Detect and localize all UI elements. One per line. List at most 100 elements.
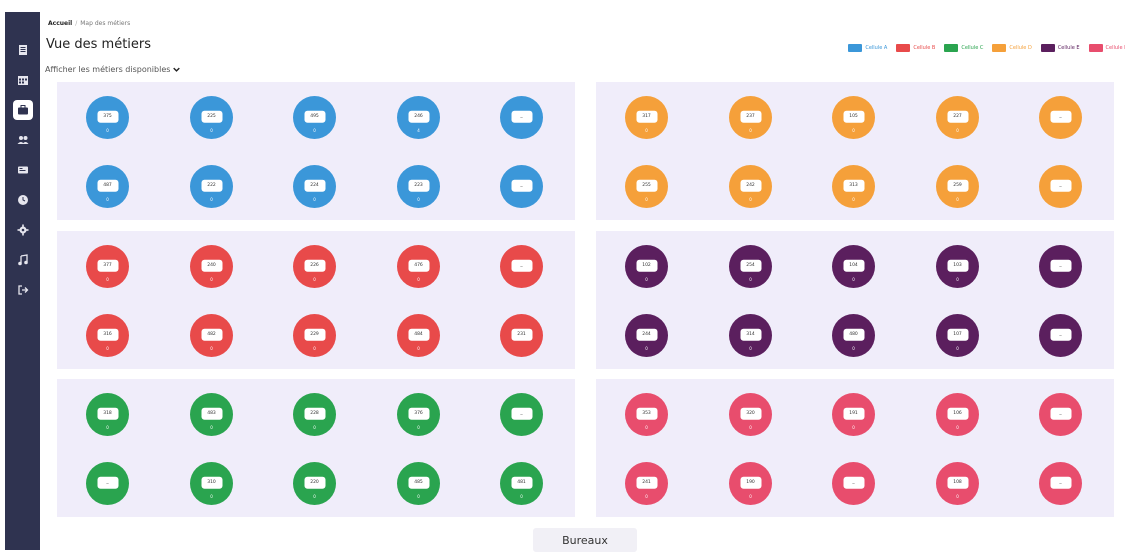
job-count: 0	[645, 494, 648, 499]
job-number-badge: 377	[97, 259, 118, 272]
job-circle[interactable]: 228 0	[293, 393, 336, 436]
job-circle[interactable]: 482 0	[190, 314, 233, 357]
breadcrumb: Accueil / Map des métiers	[48, 20, 130, 27]
job-circle[interactable]: 317 0	[625, 96, 668, 139]
job-circle[interactable]: 240 0	[190, 245, 233, 288]
job-circle[interactable]: 481 0	[500, 462, 543, 505]
sidebar-item-logout[interactable]	[13, 280, 33, 300]
sidebar-item-list[interactable]	[13, 40, 33, 60]
sidebar-item-users[interactable]	[13, 130, 33, 150]
job-circle[interactable]: _	[832, 462, 875, 505]
job-circle[interactable]: _	[500, 165, 543, 208]
job-circle[interactable]: 231	[500, 314, 543, 357]
job-circle[interactable]: 222 0	[190, 165, 233, 208]
job-circle[interactable]: 220 0	[293, 462, 336, 505]
job-circle[interactable]: 241 0	[625, 462, 668, 505]
job-circle[interactable]: 487 0	[86, 165, 129, 208]
job-circle[interactable]: _	[1039, 96, 1082, 139]
job-circle[interactable]: _	[1039, 314, 1082, 357]
sidebar-item-music[interactable]	[13, 250, 33, 270]
job-circle[interactable]: 484 0	[397, 314, 440, 357]
legend-swatch	[944, 44, 959, 52]
bureaux-button[interactable]: Bureaux	[533, 528, 637, 552]
job-circle[interactable]: _	[1039, 462, 1082, 505]
job-circle[interactable]: 102 0	[625, 245, 668, 288]
job-circle[interactable]: 480 0	[832, 314, 875, 357]
job-circle[interactable]: _	[500, 393, 543, 436]
job-circle[interactable]: _	[500, 96, 543, 139]
job-circle[interactable]: 225 0	[190, 96, 233, 139]
breadcrumb-home[interactable]: Accueil	[48, 20, 72, 27]
job-circle[interactable]: _	[1039, 245, 1082, 288]
job-number-badge: 190	[740, 476, 761, 489]
legend-item[interactable]: Cellule E	[1040, 44, 1080, 52]
job-circle[interactable]: 314 0	[729, 314, 772, 357]
job-number-badge: _	[1050, 259, 1071, 272]
job-circle[interactable]: _	[86, 462, 129, 505]
app-frame: Accueil / Map des métiers Vue des métiers …	[0, 0, 1125, 552]
legend-item[interactable]: Cellule F	[1088, 44, 1125, 52]
job-circle[interactable]: 375 0	[86, 96, 129, 139]
job-circle[interactable]: 223 0	[397, 165, 440, 208]
job-circle[interactable]: 229 0	[293, 314, 336, 357]
legend-item[interactable]: Cellule B	[896, 44, 935, 52]
job-circle[interactable]: 376 0	[397, 393, 440, 436]
job-circle[interactable]: 476 0	[397, 245, 440, 288]
legend-item[interactable]: Cellule D	[992, 44, 1032, 52]
job-circle[interactable]: 107 0	[936, 314, 979, 357]
job-circle[interactable]: 106 0	[936, 393, 979, 436]
job-number-badge: 485	[408, 476, 429, 489]
job-circle[interactable]: 353 0	[625, 393, 668, 436]
job-circle[interactable]: 104 0	[832, 245, 875, 288]
job-count: 0	[852, 346, 855, 351]
job-circle[interactable]: 259 0	[936, 165, 979, 208]
job-circle[interactable]: 320 0	[729, 393, 772, 436]
job-circle[interactable]: 191 0	[832, 393, 875, 436]
job-circle[interactable]: _	[1039, 165, 1082, 208]
job-circle[interactable]: _	[1039, 393, 1082, 436]
job-circle[interactable]: 226 0	[293, 245, 336, 288]
sidebar-item-gear[interactable]	[13, 220, 33, 240]
job-count: 0	[749, 277, 752, 282]
job-circle[interactable]: 495 0	[293, 96, 336, 139]
job-circle[interactable]: 242 0	[729, 165, 772, 208]
sidebar-item-calendar[interactable]	[13, 70, 33, 90]
legend-label: Cellule C	[961, 45, 984, 51]
job-circle[interactable]: 244 0	[625, 314, 668, 357]
job-circle[interactable]: 227 0	[936, 96, 979, 139]
sidebar-item-id-card[interactable]	[13, 160, 33, 180]
job-count: 0	[956, 425, 959, 430]
job-circle[interactable]: 190 0	[729, 462, 772, 505]
legend-item[interactable]: Cellule C	[944, 44, 983, 52]
job-circle[interactable]: 316 0	[86, 314, 129, 357]
job-circle[interactable]: 313 0	[832, 165, 875, 208]
job-circle[interactable]: 254 0	[729, 245, 772, 288]
job-circle[interactable]: 103 0	[936, 245, 979, 288]
job-circle[interactable]: 255 0	[625, 165, 668, 208]
job-circle[interactable]: 237 0	[729, 96, 772, 139]
job-number-badge: 240	[201, 259, 222, 272]
job-number-badge: 108	[947, 476, 968, 489]
job-number-badge: 317	[636, 110, 657, 123]
show-available-jobs-toggle[interactable]: Afficher les métiers disponibles	[45, 65, 181, 74]
job-circle[interactable]: 224 0	[293, 165, 336, 208]
job-count: 0	[417, 494, 420, 499]
legend-item[interactable]: Cellule A	[848, 44, 887, 52]
job-circle[interactable]: 377 0	[86, 245, 129, 288]
job-circle[interactable]: _	[500, 245, 543, 288]
job-circle[interactable]: 108 0	[936, 462, 979, 505]
job-number-badge: 228	[304, 407, 325, 420]
job-count: 0	[106, 425, 109, 430]
job-count: 0	[106, 197, 109, 202]
job-count: 0	[645, 346, 648, 351]
job-circle[interactable]: 246 4	[397, 96, 440, 139]
sidebar-item-briefcase[interactable]	[12, 100, 33, 120]
job-circle[interactable]: 318 0	[86, 393, 129, 436]
job-circle[interactable]: 105 0	[832, 96, 875, 139]
breadcrumb-current: Map des métiers	[80, 20, 131, 27]
job-circle[interactable]: 485 0	[397, 462, 440, 505]
job-circle[interactable]: 310 0	[190, 462, 233, 505]
job-circle[interactable]: 483 0	[190, 393, 233, 436]
chevron-down-icon	[173, 67, 181, 72]
sidebar-item-clock[interactable]	[13, 190, 33, 210]
